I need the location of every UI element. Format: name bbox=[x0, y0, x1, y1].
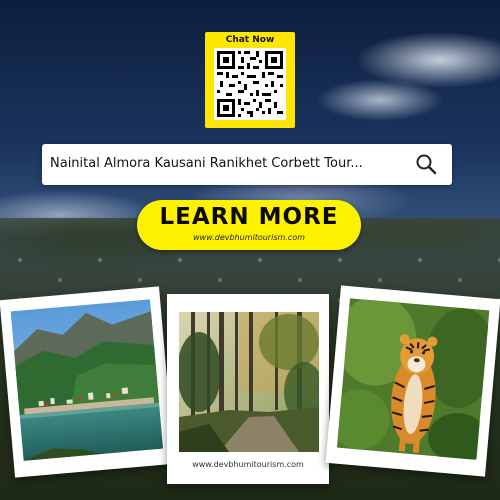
learn-more-button[interactable]: LEARN MORE www.devbhumitourism.com bbox=[137, 200, 361, 250]
lake-town-photo bbox=[10, 299, 164, 461]
poster-background: Chat Now Nainital Almora Kausani Ranikhe… bbox=[0, 0, 500, 500]
lake-town-photo-card bbox=[0, 286, 175, 478]
learn-more-label: LEARN MORE bbox=[159, 204, 339, 230]
learn-more-url: www.devbhumitourism.com bbox=[193, 233, 305, 242]
chat-now-qr-card[interactable]: Chat Now bbox=[205, 32, 295, 128]
search-icon[interactable] bbox=[414, 152, 438, 176]
forest-path-photo-card: www.devbhumitourism.com bbox=[167, 294, 329, 484]
chat-now-label: Chat Now bbox=[225, 35, 275, 45]
search-text: Nainital Almora Kausani Ranikhet Corbett… bbox=[50, 156, 363, 171]
tour-search-bar[interactable]: Nainital Almora Kausani Ranikhet Corbett… bbox=[42, 144, 452, 185]
tiger-photo bbox=[336, 298, 490, 460]
photo-caption-url: www.devbhumitourism.com bbox=[192, 460, 304, 469]
tiger-photo-card bbox=[325, 285, 500, 477]
forest-path-photo bbox=[179, 312, 319, 452]
qr-code-icon[interactable] bbox=[214, 48, 286, 120]
